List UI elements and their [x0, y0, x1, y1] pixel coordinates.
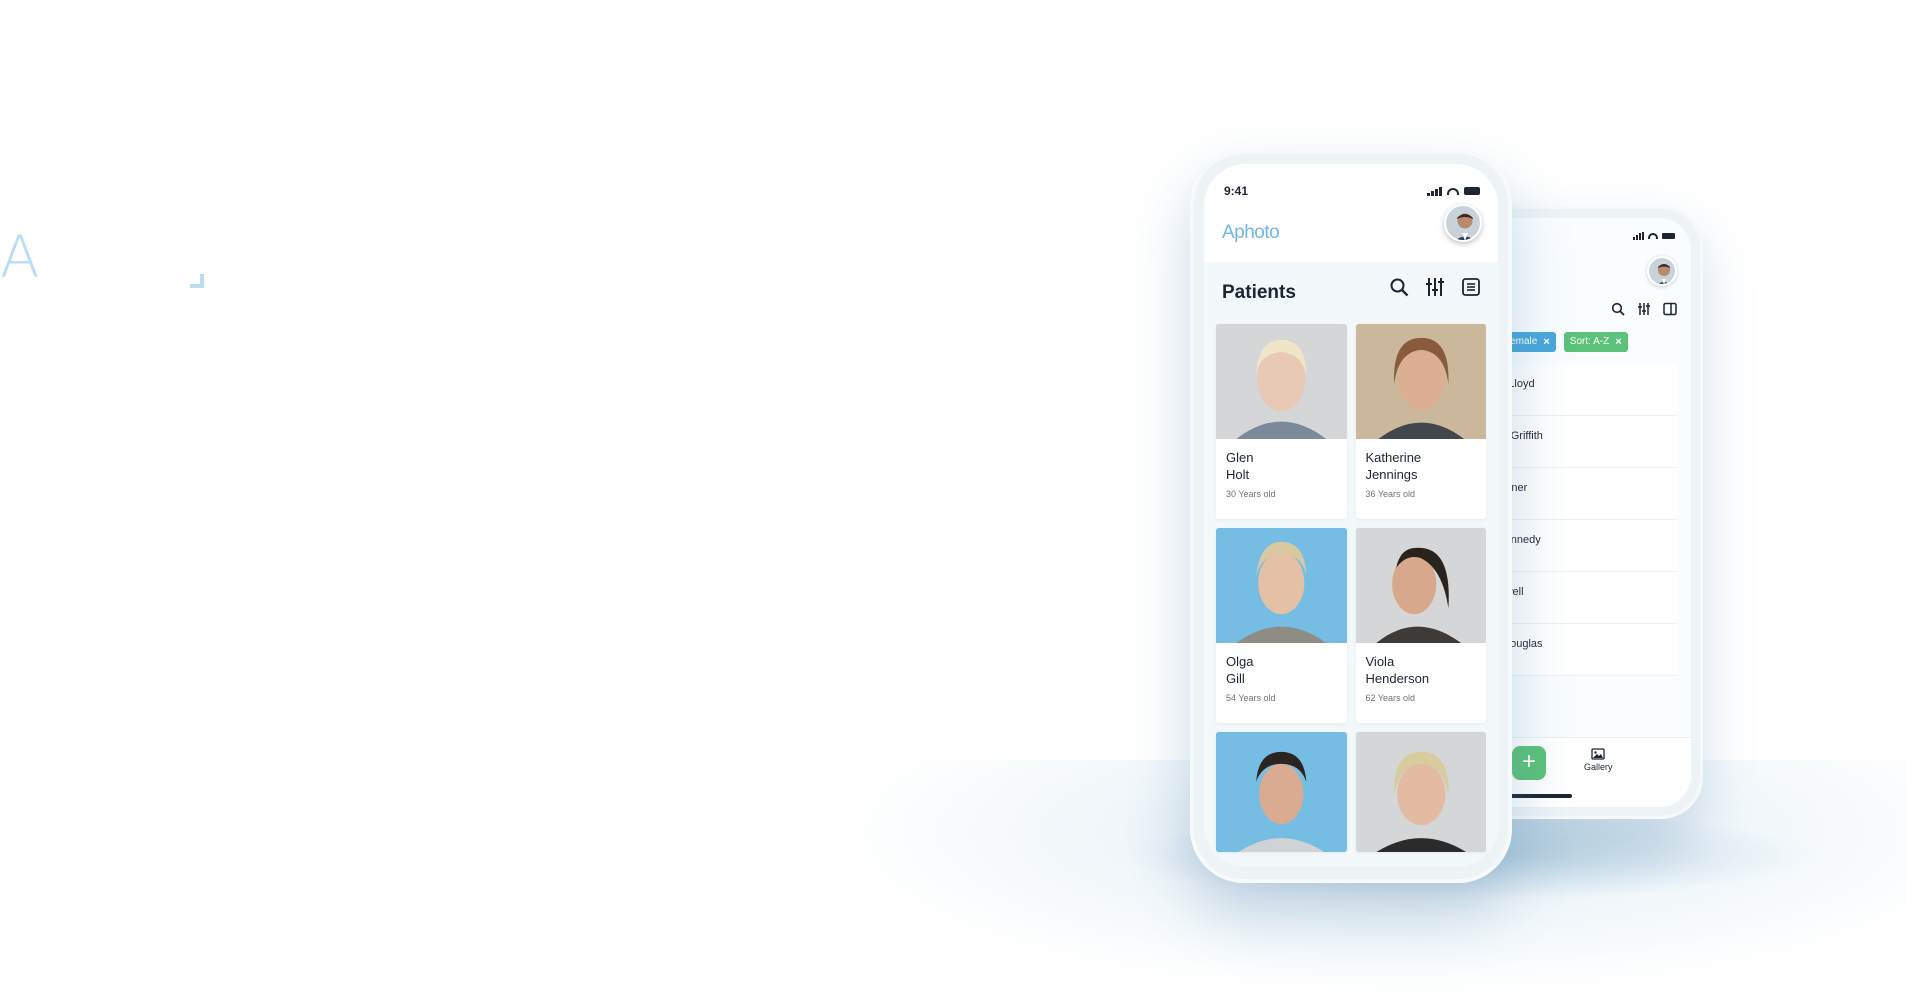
- front-phone-screen: 9:41 Aphoto Patients Glen Holt 30 Years …: [1204, 164, 1498, 867]
- patient-info: Glen Holt 30 Years old: [1216, 439, 1347, 519]
- search-icon[interactable]: [1388, 276, 1410, 298]
- patient-card[interactable]: Olga Gill 54 Years old: [1216, 528, 1347, 723]
- patient-info: Viola Henderson 62 Years old: [1356, 643, 1487, 723]
- chip-label: Sort: A-Z: [1569, 336, 1610, 347]
- toolbar: [1388, 276, 1482, 298]
- status-bar: 9:41: [1224, 184, 1480, 198]
- wifi-icon: [1447, 187, 1459, 195]
- patient-grid: Glen Holt 30 Years old Katherine Jennings …: [1216, 324, 1486, 852]
- filter-sliders-icon[interactable]: [1424, 276, 1446, 298]
- add-patient-button[interactable]: +: [1512, 746, 1546, 780]
- patients-screen: Patients Glen Holt 30 Years old Katherin…: [1204, 262, 1498, 867]
- list-view-icon[interactable]: [1460, 276, 1482, 298]
- patient-photo: [1355, 528, 1486, 643]
- app-logo[interactable]: Aphoto: [1222, 222, 1280, 244]
- patient-last-name: Henderson: [1365, 671, 1430, 686]
- patient-card[interactable]: [1355, 732, 1486, 852]
- patient-photo: [1355, 324, 1486, 439]
- patient-card[interactable]: Glen Holt 30 Years old: [1216, 324, 1347, 519]
- patient-first-name: Viola: [1365, 654, 1395, 669]
- front-phone: 9:41 Aphoto Patients Glen Holt 30 Years …: [1190, 150, 1512, 883]
- remove-filter-icon[interactable]: ×: [1615, 332, 1621, 352]
- back-toolbar: [1611, 302, 1677, 321]
- patient-last-name: Jennings: [1365, 467, 1418, 482]
- brand-letter-mark: A: [0, 223, 40, 291]
- signal-icon: [1633, 232, 1644, 240]
- brand-corner-mark: [190, 274, 204, 288]
- app-header: Aphoto: [1204, 202, 1498, 258]
- back-status-bar: [1633, 232, 1675, 240]
- patient-age: 36 Years old: [1365, 489, 1416, 499]
- patient-first-name: Olga: [1226, 654, 1254, 669]
- patient-card[interactable]: Katherine Jennings 36 Years old: [1355, 324, 1487, 519]
- patient-first-name: Glen: [1226, 450, 1254, 465]
- patient-photo: [1216, 528, 1347, 643]
- patient-first-name: Katherine: [1365, 450, 1422, 465]
- back-phone-screen: Female× Sort: A-Z× eline Lloydars old el…: [1482, 218, 1691, 807]
- patient-info: Olga Gill 54 Years old: [1216, 643, 1347, 723]
- patient-age: 30 Years old: [1226, 489, 1276, 499]
- nav-tab-label: Gallery: [1584, 762, 1613, 772]
- remove-filter-icon[interactable]: ×: [1543, 332, 1549, 352]
- patient-photo: [1355, 732, 1486, 852]
- wifi-icon: [1648, 233, 1658, 239]
- status-time: 9:41: [1224, 184, 1249, 198]
- patient-last-name: Gill: [1226, 671, 1245, 686]
- page-title: Patients: [1222, 282, 1296, 303]
- patient-card[interactable]: [1216, 732, 1347, 852]
- nav-tab-gallery[interactable]: Gallery: [1584, 748, 1613, 772]
- search-icon[interactable]: [1611, 302, 1625, 321]
- back-avatar[interactable]: [1647, 256, 1677, 286]
- patient-card[interactable]: Viola Henderson 62 Years old: [1355, 528, 1487, 723]
- panel-view-icon[interactable]: [1663, 302, 1677, 321]
- patient-info: Katherine Jennings 36 Years old: [1356, 439, 1487, 519]
- patient-photo: [1216, 732, 1347, 852]
- bottom-nav: + Gallery: [1482, 737, 1691, 807]
- gallery-icon: [1584, 748, 1613, 762]
- status-icons: [1427, 186, 1480, 196]
- patient-last-name: Holt: [1226, 467, 1250, 482]
- filter-chip-sort[interactable]: Sort: A-Z ×: [1563, 332, 1628, 352]
- patient-photo: [1216, 324, 1347, 439]
- user-avatar[interactable]: [1444, 204, 1482, 242]
- battery-icon: [1662, 233, 1675, 239]
- filter-sliders-icon[interactable]: [1637, 302, 1651, 321]
- signal-icon: [1427, 186, 1442, 196]
- patient-age: 62 Years old: [1365, 693, 1416, 703]
- patient-age: 54 Years old: [1226, 693, 1276, 703]
- battery-icon: [1464, 187, 1480, 195]
